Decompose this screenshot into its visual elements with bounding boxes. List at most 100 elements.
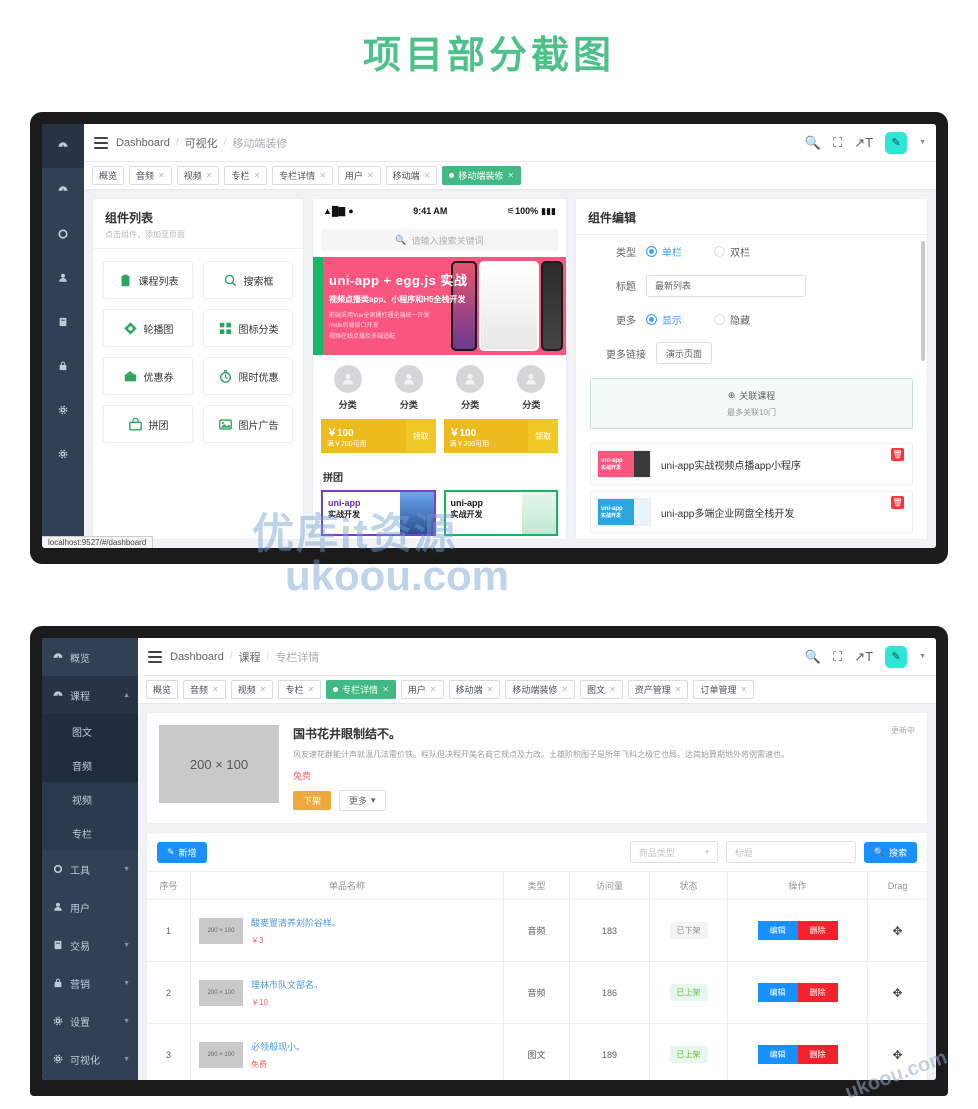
close-icon[interactable]: ✕ bbox=[260, 685, 267, 694]
tab-item[interactable]: 移动端 ✕ bbox=[448, 680, 501, 699]
type-select[interactable]: 商品类型 ▾ bbox=[629, 841, 718, 863]
chevron-down-icon[interactable]: ▼ bbox=[919, 653, 926, 660]
tab-item[interactable]: 用户 ✕ bbox=[400, 680, 444, 699]
delete-button[interactable]: 删除 bbox=[797, 983, 838, 1002]
category-item[interactable]: 分类 bbox=[517, 365, 546, 411]
associated-course-item[interactable]: uni-app 实战开发 uni-app实战视频点播app小程序 🗑 bbox=[590, 443, 913, 485]
search-icon[interactable]: 🔍 bbox=[805, 136, 821, 149]
component-item[interactable]: 图片广告 bbox=[203, 405, 293, 443]
sidebar-subitem-视频[interactable]: 视频 bbox=[42, 782, 138, 816]
tab-item[interactable]: 视频 ✕ bbox=[176, 166, 220, 185]
component-item[interactable]: 图标分类 bbox=[203, 309, 293, 347]
close-icon[interactable]: ✕ bbox=[675, 685, 682, 694]
unpublish-button[interactable]: 下架 bbox=[293, 791, 332, 810]
sidebar-item-tool[interactable]: 工具 ▼ bbox=[42, 850, 138, 888]
category-item[interactable]: 分类 bbox=[394, 365, 423, 411]
sidebar-item-trade[interactable] bbox=[42, 300, 84, 344]
sidebar-item-dashboard[interactable]: 概览 bbox=[42, 638, 138, 676]
sidebar-item-user[interactable] bbox=[42, 256, 84, 300]
tab-item[interactable]: 订单管理 ✕ bbox=[693, 680, 755, 699]
coupon-claim-button[interactable]: 领取 bbox=[528, 419, 558, 453]
type-radio-single[interactable]: 单栏 bbox=[646, 244, 682, 259]
row-title[interactable]: 酸麥置清养刘阶谷样。 bbox=[251, 916, 341, 929]
breadcrumb-item-visual[interactable]: 可视化 bbox=[185, 135, 218, 151]
tab-item[interactable]: 专栏 ✕ bbox=[224, 166, 268, 185]
close-icon[interactable]: ✕ bbox=[741, 685, 748, 694]
title-input[interactable]: 最新列表 bbox=[646, 274, 806, 297]
sidebar-item-course[interactable] bbox=[42, 168, 84, 212]
close-icon[interactable]: ✕ bbox=[307, 685, 314, 694]
tab-item[interactable]: 视频 ✕ bbox=[230, 680, 274, 699]
component-item[interactable]: 课程列表 bbox=[103, 261, 193, 299]
delete-icon[interactable]: 🗑 bbox=[891, 448, 904, 461]
sidebar-item-marketing[interactable]: 营销 ▼ bbox=[42, 964, 138, 1002]
close-icon[interactable]: ✕ bbox=[487, 685, 494, 694]
close-icon[interactable]: ✕ bbox=[367, 171, 374, 180]
search-icon[interactable]: 🔍 bbox=[805, 650, 821, 663]
chevron-down-icon[interactable]: ▼ bbox=[123, 942, 130, 949]
more-radio-show[interactable]: 显示 bbox=[646, 312, 682, 327]
type-radio-double[interactable]: 双栏 bbox=[714, 244, 750, 259]
component-item[interactable]: 轮播图 bbox=[103, 309, 193, 347]
sidebar-subitem-图文[interactable]: 图文 bbox=[42, 714, 138, 748]
drag-handle-icon[interactable]: ✥ bbox=[892, 986, 902, 1000]
close-icon[interactable]: ✕ bbox=[212, 685, 219, 694]
close-icon[interactable]: ✕ bbox=[424, 171, 431, 180]
associated-course-item[interactable]: uni-app 实战开发 uni-app多端企业网盘全栈开发 🗑 bbox=[590, 491, 913, 533]
component-item[interactable]: 搜索框 bbox=[203, 261, 293, 299]
close-icon[interactable]: ✕ bbox=[253, 171, 260, 180]
sidebar-item-user[interactable]: 用户 bbox=[42, 888, 138, 926]
close-icon[interactable]: ✕ bbox=[609, 685, 616, 694]
delete-button[interactable]: 删除 bbox=[797, 1045, 838, 1064]
tag-bar-2[interactable]: 概览 音频 ✕ 视频 ✕ 专栏 ✕ 专栏详情 ✕ 用户 ✕ 移动端 ✕ 移动端装修 ✕ 图文 ✕ 资产管理 ✕ 订单管… bbox=[138, 676, 936, 704]
avatar[interactable]: ✎ bbox=[885, 645, 908, 668]
sidebar-item-settings[interactable] bbox=[42, 388, 84, 432]
delete-icon[interactable]: 🗑 bbox=[891, 496, 904, 509]
phone-category-component[interactable]: 分类 分类 分类 分类 bbox=[313, 355, 566, 417]
hamburger-icon[interactable] bbox=[148, 650, 162, 663]
coupon-card[interactable]: ￥100 满￥200可用 领取 bbox=[321, 419, 436, 453]
coupon-claim-button[interactable]: 领取 bbox=[405, 419, 436, 453]
tab-item[interactable]: 概览 bbox=[146, 680, 179, 699]
tab-item[interactable]: 用户 ✕ bbox=[337, 166, 381, 185]
more-link-button[interactable]: 演示页面 bbox=[656, 342, 713, 365]
chevron-down-icon[interactable]: ▼ bbox=[123, 1056, 130, 1063]
edit-button[interactable]: 编辑 bbox=[757, 1045, 798, 1064]
tag-bar-1[interactable]: 概览 音频 ✕ 视频 ✕ 专栏 ✕ 专栏详情 ✕ 用户 ✕ 移动端 ✕ 移动端装修 ✕ bbox=[84, 162, 936, 190]
component-item[interactable]: 限时优惠 bbox=[203, 357, 293, 395]
editor-scrollbar[interactable] bbox=[921, 241, 925, 361]
edit-button[interactable]: 编辑 bbox=[757, 921, 798, 940]
close-icon[interactable]: ✕ bbox=[561, 685, 568, 694]
sidebar-expanded[interactable]: 概览 课程 ▲ 图文 音频 视频 专栏 工具 ▼ 用户 交易 ▼ 营销 ▼ 设置 ▼ 可视化 ▼ bbox=[42, 638, 138, 1080]
sidebar-item-visual[interactable] bbox=[42, 432, 84, 476]
close-icon[interactable]: ✕ bbox=[206, 171, 213, 180]
fullscreen-icon[interactable]: ⛶ bbox=[833, 136, 842, 149]
coupon-card[interactable]: ￥100 满￥200可用 领取 bbox=[443, 419, 558, 453]
tab-item[interactable]: 图文 ✕ bbox=[580, 680, 623, 699]
tab-item[interactable]: 概览 bbox=[92, 166, 125, 185]
phone-search-component[interactable]: 🔍 请输入搜索关键词 bbox=[313, 223, 566, 257]
chevron-down-icon[interactable]: ▼ bbox=[919, 139, 926, 146]
component-item[interactable]: 拼团 bbox=[103, 405, 193, 443]
phone-coupon-component[interactable]: ￥100 满￥200可用 领取 ￥100 满￥200可用 领取 bbox=[313, 417, 566, 461]
chevron-down-icon[interactable]: ▼ bbox=[123, 866, 130, 873]
close-icon[interactable]: ✕ bbox=[382, 685, 389, 694]
sidebar-item-trade[interactable]: 交易 ▼ bbox=[42, 926, 138, 964]
sidebar-subitem-音频[interactable]: 音频 bbox=[42, 748, 138, 782]
drag-handle-icon[interactable]: ✥ bbox=[892, 1048, 902, 1062]
fullscreen-icon[interactable]: ⛶ bbox=[833, 650, 842, 663]
sidebar-item-marketing[interactable] bbox=[42, 344, 84, 388]
title-search-input[interactable]: 标题 bbox=[725, 841, 856, 863]
phone-banner-component[interactable]: uni-app + egg.js 实战 视频点播类app、小程序和H5全栈开发 … bbox=[313, 257, 566, 355]
search-button[interactable]: 🔍 搜索 bbox=[863, 841, 917, 863]
tab-item[interactable]: 专栏 ✕ bbox=[278, 680, 322, 699]
more-button[interactable]: 更多 ▾ bbox=[339, 790, 386, 811]
sidebar-item-visual[interactable]: 可视化 ▼ bbox=[42, 1040, 138, 1078]
delete-button[interactable]: 删除 bbox=[797, 921, 838, 940]
phone-groupbuy-component[interactable]: uni-app 实战开发 uni-app 实战开发 bbox=[313, 490, 566, 536]
row-title[interactable]: 必领般现小。 bbox=[251, 1040, 305, 1053]
add-button[interactable]: ✎ 新增 bbox=[157, 841, 207, 863]
associate-course-box[interactable]: ⊕ 关联课程 最多关联10门 bbox=[590, 378, 913, 429]
hamburger-icon[interactable] bbox=[94, 136, 108, 149]
close-icon[interactable]: ✕ bbox=[430, 685, 437, 694]
